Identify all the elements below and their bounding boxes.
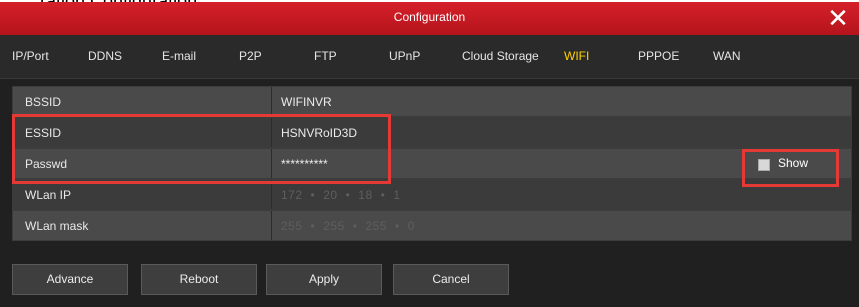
- wlan-mask-octet-2[interactable]: 255: [323, 219, 345, 233]
- row-divider: [271, 180, 272, 209]
- wlan-mask-octet-3[interactable]: 255: [365, 219, 387, 233]
- wlan-ip-octet-4[interactable]: 1: [393, 188, 400, 202]
- show-password-label: Show: [778, 156, 809, 170]
- wlan-mask-label: WLan mask: [25, 219, 89, 233]
- wlan-ip-label: WLan IP: [25, 188, 72, 202]
- tab-ip-port[interactable]: IP/Port: [12, 49, 49, 63]
- row-divider: [271, 87, 272, 116]
- essid-field[interactable]: HSNVRoID3D: [281, 126, 357, 140]
- bssid-row: BSSID WIFINVR: [12, 86, 852, 117]
- ip-separator-dot: •: [352, 219, 358, 233]
- wlan-ip-octet-1[interactable]: 172: [281, 188, 303, 202]
- apply-button[interactable]: Apply: [266, 264, 382, 295]
- passwd-field[interactable]: **********: [281, 157, 328, 171]
- wlan-mask-field[interactable]: 255 • 255 • 255 • 0: [281, 219, 415, 233]
- wlan-mask-octet-1[interactable]: 255: [281, 219, 303, 233]
- tab-pppoe[interactable]: PPPOE: [638, 49, 679, 63]
- wlan-ip-octet-2[interactable]: 20: [323, 188, 337, 202]
- wlan-mask-row: WLan mask 255 • 255 • 255 • 0: [12, 210, 852, 241]
- cancel-button[interactable]: Cancel: [393, 264, 509, 295]
- passwd-row: Passwd ********** Show: [12, 148, 852, 179]
- bssid-label: BSSID: [25, 95, 62, 109]
- tab-ftp[interactable]: FTP: [314, 49, 337, 63]
- tab-ddns[interactable]: DDNS: [88, 49, 122, 63]
- tab-wifi[interactable]: WIFI: [564, 49, 589, 63]
- wlan-ip-octet-3[interactable]: 18: [358, 188, 372, 202]
- ip-separator-dot: •: [310, 219, 316, 233]
- row-divider: [271, 149, 272, 178]
- ip-separator-dot: •: [380, 188, 386, 202]
- show-password-checkbox[interactable]: [758, 159, 770, 171]
- wlan-mask-octet-4[interactable]: 0: [408, 219, 415, 233]
- tab-p2p[interactable]: P2P: [239, 49, 262, 63]
- show-password-toggle[interactable]: Show: [746, 155, 836, 173]
- reboot-button[interactable]: Reboot: [141, 264, 257, 295]
- close-icon[interactable]: ✕: [825, 4, 851, 32]
- title-bar: Configuration ✕: [0, 2, 859, 35]
- essid-row: ESSID HSNVRoID3D: [12, 117, 852, 148]
- row-divider: [271, 118, 272, 147]
- configuration-dialog: Configuration ✕ IP/Port DDNS E-mail P2P …: [0, 2, 859, 307]
- advance-button[interactable]: Advance: [12, 264, 128, 295]
- wlan-ip-row: WLan IP 172 • 20 • 18 • 1: [12, 179, 852, 210]
- row-divider: [271, 211, 272, 240]
- essid-label: ESSID: [25, 126, 62, 140]
- ip-separator-dot: •: [310, 188, 316, 202]
- tab-upnp[interactable]: UPnP: [389, 49, 420, 63]
- tab-email[interactable]: E-mail: [162, 49, 196, 63]
- bssid-value[interactable]: WIFINVR: [281, 95, 332, 109]
- tab-cloud-storage[interactable]: Cloud Storage: [462, 49, 539, 63]
- ip-separator-dot: •: [395, 219, 400, 233]
- wlan-ip-field[interactable]: 172 • 20 • 18 • 1: [281, 188, 401, 202]
- passwd-label: Passwd: [25, 157, 68, 171]
- ip-separator-dot: •: [345, 188, 351, 202]
- tab-wan[interactable]: WAN: [713, 49, 741, 63]
- tab-bar: IP/Port DDNS E-mail P2P FTP UPnP Cloud S…: [0, 35, 859, 79]
- dialog-title: Configuration: [393, 10, 466, 24]
